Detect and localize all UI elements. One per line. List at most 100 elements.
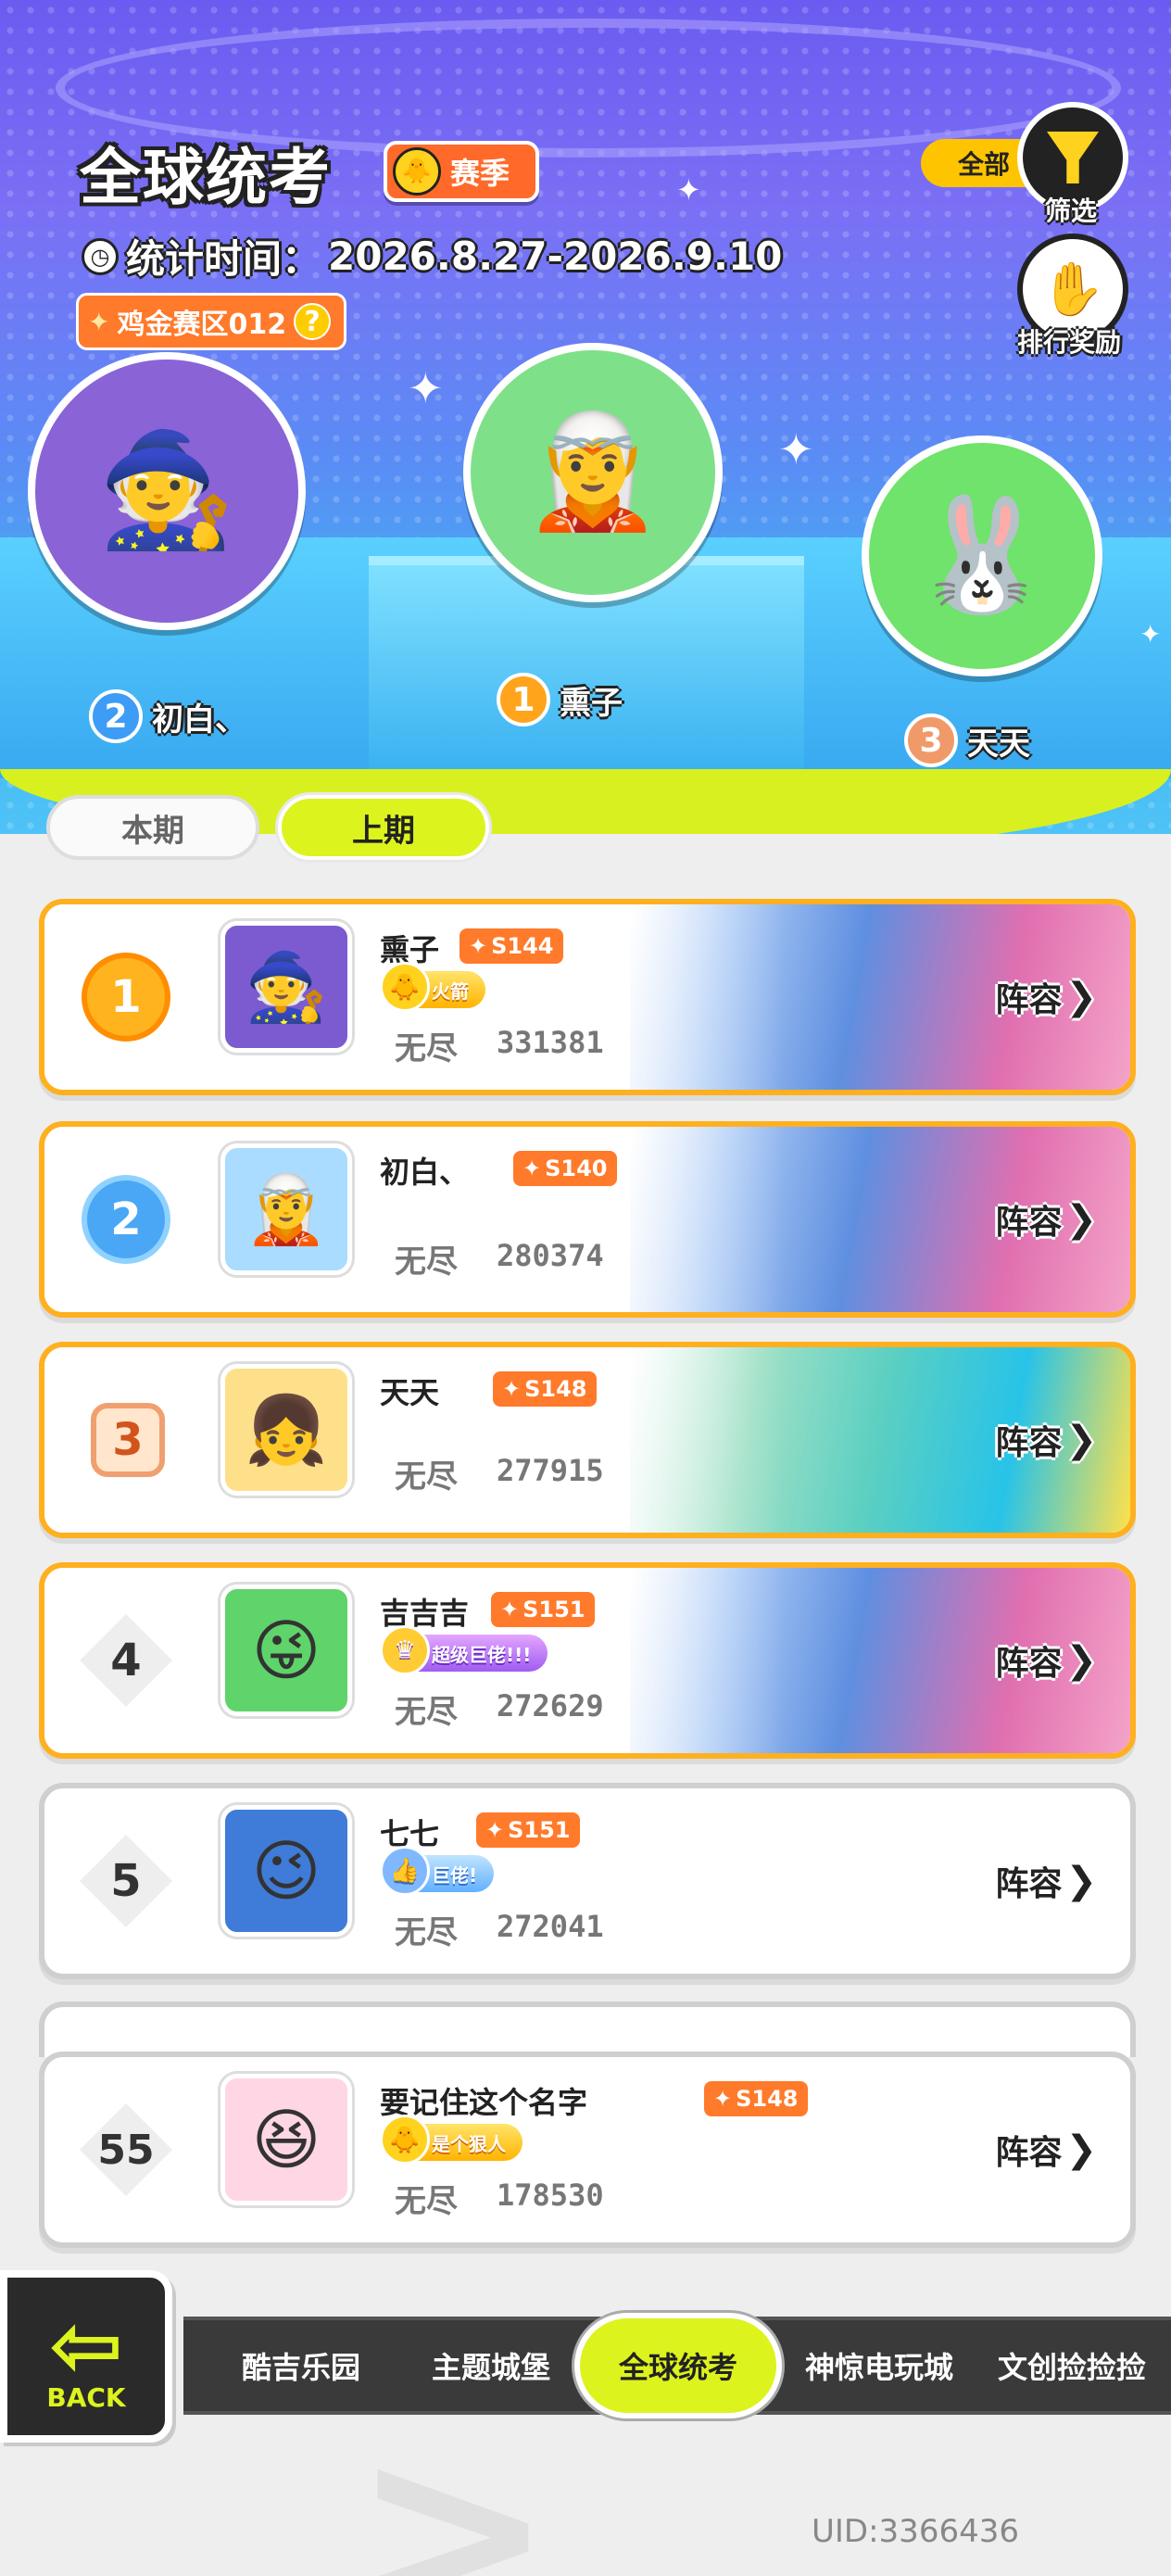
- podium-avatar-2[interactable]: 🧙: [28, 352, 306, 630]
- chevron-right-icon: ❯: [1065, 976, 1097, 1018]
- player-name: 天天: [380, 1375, 440, 1410]
- avatar[interactable]: 😆: [220, 2074, 352, 2205]
- podium-name-3: 天天: [967, 725, 1030, 763]
- chevron-right-icon: ❯: [1065, 1639, 1097, 1682]
- podium-avatar-3[interactable]: 🐰: [862, 436, 1102, 676]
- gun-icon: ✦: [523, 1155, 542, 1181]
- podium-name-2: 初白、: [152, 701, 246, 739]
- rank-row-2[interactable]: 2 🧝 初白、 ✦ S140 无尽 280374 阵容 ❯: [39, 1121, 1136, 1318]
- gun-icon: ✦: [502, 1376, 522, 1402]
- chevron-right-icon: ❯: [1065, 1198, 1097, 1241]
- stat-time-row: ◷ 统计时间： 2026.8.27-2026.9.10: [82, 228, 782, 284]
- tab-current-period[interactable]: 本期: [46, 795, 259, 860]
- chick-icon: 🐥: [393, 147, 441, 196]
- rank-medal-3: 3: [91, 1403, 165, 1477]
- nav-item-global-exam[interactable]: 全球统考: [574, 2313, 782, 2418]
- chevron-right-icon: ❯: [1065, 1860, 1097, 1902]
- lineup-button[interactable]: 阵容 ❯: [995, 1416, 1097, 1464]
- help-icon[interactable]: ?: [294, 303, 332, 340]
- podium-name-1: 熏子: [560, 684, 623, 722]
- season-level-badge: ✦ S144: [460, 928, 563, 964]
- filter-label: 筛选: [1045, 196, 1098, 226]
- lineup-button[interactable]: 阵容 ❯: [995, 973, 1097, 1021]
- avatar[interactable]: 😜: [220, 1585, 352, 1716]
- crown-icon: ♛: [380, 1625, 430, 1675]
- tab-last-period[interactable]: 上期: [278, 795, 489, 860]
- player-title-badge: 🐥 火箭: [380, 962, 485, 1012]
- page-title: 全球统考: [80, 142, 332, 213]
- chick-icon: 🐥: [380, 2115, 430, 2165]
- nav-item-castle[interactable]: 主题城堡: [398, 2317, 584, 2415]
- gun-icon: ✦: [500, 1597, 520, 1623]
- trophy-icon: ✋: [1040, 259, 1105, 320]
- back-label: BACK: [46, 2381, 126, 2413]
- lineup-button[interactable]: 阵容 ❯: [995, 1857, 1097, 1905]
- rank-row-5[interactable]: 5 😉 七七 ✦ S151 👍 巨佬! 无尽 272041 阵容 ❯: [39, 1783, 1136, 1979]
- gun-icon: ✦: [485, 1817, 505, 1843]
- stat-time-value: 2026.8.27-2026.9.10: [328, 234, 783, 279]
- rank-2-badge: 2: [89, 689, 143, 743]
- self-rank-row[interactable]: 55 😆 要记住这个名字 ✦ S148 🐥 是个狠人 无尽 178530 阵容 ❯: [39, 2052, 1136, 2248]
- user-id: UID:3366436: [812, 2513, 1019, 2550]
- rank-row-6-peek: [39, 2001, 1136, 2057]
- mode-label: 无尽: [395, 2183, 458, 2220]
- season-level-badge: ✦ S140: [513, 1151, 617, 1186]
- score: 272041: [497, 1909, 604, 1944]
- ranking-reward-label: 排行奖励: [1017, 327, 1122, 358]
- rank-row-1[interactable]: 1 🧙 熏子 ✦ S144 🐥 火箭 无尽 331381 阵容 ❯: [39, 899, 1136, 1095]
- season-level-badge: ✦ S148: [704, 2081, 808, 2116]
- nav-item-park[interactable]: 酷吉乐园: [204, 2317, 398, 2415]
- podium-entry-1: 1 熏子: [497, 673, 623, 726]
- lineup-button[interactable]: 阵容 ❯: [995, 1636, 1097, 1685]
- season-badge[interactable]: 🐥 赛季: [384, 141, 539, 202]
- podium-entry-2: 2 初白、: [89, 689, 246, 743]
- season-level-badge: ✦ S148: [493, 1371, 597, 1407]
- nav-item-cultural[interactable]: 文创捡捡捡: [973, 2317, 1171, 2415]
- player-name: 初白、: [380, 1155, 470, 1190]
- rank-row-3[interactable]: 3 👧 天天 ✦ S148 无尽 277915 阵容 ❯: [39, 1342, 1136, 1538]
- score: 178530: [497, 2178, 604, 2213]
- season-label: 赛季: [450, 156, 510, 191]
- lineup-button[interactable]: 阵容 ❯: [995, 2126, 1097, 2174]
- gun-icon: ✦: [88, 306, 110, 337]
- season-level-badge: ✦ S151: [491, 1592, 595, 1627]
- self-rank-medal: 55: [80, 2103, 172, 2196]
- mode-label: 无尽: [395, 1458, 458, 1496]
- clock-icon: ◷: [82, 237, 119, 275]
- mode-label: 无尽: [395, 1244, 458, 1281]
- podium-avatar-1[interactable]: 🧝: [463, 343, 723, 602]
- back-arrow-icon: ⇦: [48, 2292, 124, 2397]
- podium-entry-3: 3 天天: [904, 713, 1030, 767]
- player-name: 吉吉吉: [380, 1596, 470, 1631]
- mode-label: 无尽: [395, 1914, 458, 1951]
- player-title-badge: 🐥 是个狠人: [380, 2115, 523, 2165]
- back-button[interactable]: ⇦ BACK: [0, 2270, 172, 2443]
- rocket-icon: 🐥: [380, 962, 430, 1012]
- funnel-icon: [1047, 132, 1099, 183]
- score: 277915: [497, 1453, 604, 1488]
- score: 272629: [497, 1688, 604, 1724]
- avatar[interactable]: 🧝: [220, 1143, 352, 1275]
- stat-time-label: 统计时间：: [126, 236, 321, 282]
- background-scribble: >: [352, 2391, 554, 2576]
- score: 280374: [497, 1238, 604, 1273]
- gun-icon: ✦: [713, 2086, 733, 2112]
- rank-row-4[interactable]: 4 😜 吉吉吉 ✦ S151 ♛ 超级巨佬!!! 无尽 272629 阵容 ❯: [39, 1562, 1136, 1759]
- thumbs-up-icon: 👍: [380, 1846, 430, 1896]
- rank-medal-1: 1: [82, 953, 170, 1042]
- player-title-badge: 👍 巨佬!: [380, 1846, 495, 1896]
- chevron-right-icon: ❯: [1065, 1419, 1097, 1461]
- zone-badge[interactable]: ✦ 鸡金赛区012 ?: [76, 293, 347, 350]
- avatar[interactable]: 👧: [220, 1364, 352, 1496]
- mode-label: 无尽: [395, 1694, 458, 1731]
- season-level-badge: ✦ S151: [476, 1812, 580, 1848]
- chevron-right-icon: ❯: [1065, 2128, 1097, 2171]
- score: 331381: [497, 1025, 604, 1060]
- sparkle-icon: ✦: [408, 363, 444, 413]
- zone-label: 鸡金赛区012: [117, 309, 287, 341]
- lineup-button[interactable]: 阵容 ❯: [995, 1195, 1097, 1244]
- gun-icon: ✦: [469, 933, 488, 959]
- nav-item-arcade[interactable]: 神惊电玩城: [782, 2317, 976, 2415]
- avatar[interactable]: 🧙: [220, 921, 352, 1053]
- avatar[interactable]: 😉: [220, 1805, 352, 1937]
